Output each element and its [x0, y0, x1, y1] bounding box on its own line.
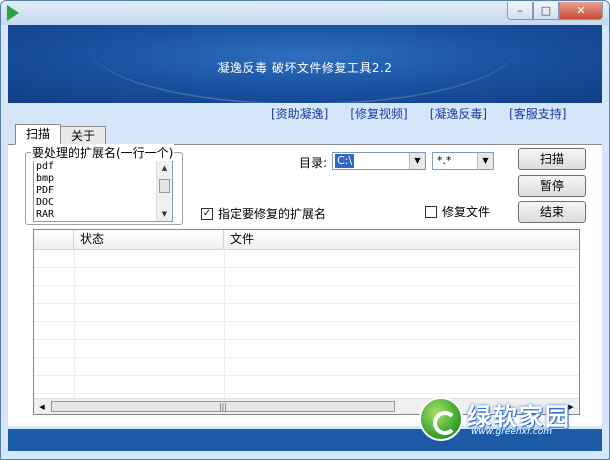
extension-list-scrollbar[interactable]: ▲ ▼: [156, 161, 172, 221]
directory-combo[interactable]: C:\ ▼: [332, 152, 426, 170]
link-support[interactable]: [客服支持]: [509, 105, 566, 122]
greenxf-logo-icon: [419, 397, 463, 441]
repair-file-label: 修复文件: [442, 205, 491, 219]
checkbox-unchecked-icon[interactable]: [425, 205, 437, 218]
scroll-thumb[interactable]: |||: [51, 401, 395, 412]
grid-line: [74, 250, 75, 398]
extension-item[interactable]: pdf: [34, 161, 172, 173]
column-header-index[interactable]: [34, 230, 74, 250]
scan-button[interactable]: 扫描: [518, 148, 586, 170]
table-header: 状态 文件: [34, 230, 579, 250]
app-arrow-icon: [7, 5, 19, 21]
watermark: 绿软家园 www.greenxf.com: [419, 393, 599, 445]
app-window: – □ ✕ 凝逸反毒 破坏文件修复工具2.2 [资助凝逸] [修复视频] [凝逸…: [0, 0, 610, 460]
scroll-up-icon[interactable]: ▲: [157, 161, 172, 175]
link-bar: [资助凝逸] [修复视频] [凝逸反毒] [客服支持]: [271, 105, 567, 122]
chevron-down-icon[interactable]: ▼: [409, 153, 425, 169]
scroll-down-icon[interactable]: ▼: [157, 207, 172, 221]
link-sponsor[interactable]: [资助凝逸]: [271, 105, 328, 122]
scroll-left-icon[interactable]: ◀: [34, 399, 50, 414]
specify-ext-label: 指定要修复的扩展名: [218, 207, 327, 221]
column-header-file[interactable]: 文件: [224, 230, 579, 250]
pause-button[interactable]: 暂停: [518, 175, 586, 197]
tab-strip: 扫描 关于: [15, 124, 107, 145]
minimize-button[interactable]: –: [507, 2, 533, 20]
scroll-thumb[interactable]: [159, 179, 170, 193]
extension-group-label: 要处理的扩展名(一行一个): [31, 144, 175, 161]
repair-file-checkbox[interactable]: 修复文件: [425, 203, 490, 220]
result-table[interactable]: 状态 文件 ◀ ||| ▶: [33, 229, 580, 415]
extension-item[interactable]: DOC: [34, 197, 172, 209]
watermark-url: www.greenxf.com: [471, 427, 552, 437]
directory-value: C:\: [335, 154, 355, 168]
chevron-down-icon[interactable]: ▼: [477, 153, 493, 169]
filter-combo[interactable]: *.* ▼: [432, 152, 494, 170]
link-repair-video[interactable]: [修复视频]: [350, 105, 407, 122]
filter-value: *.*: [437, 154, 452, 167]
close-button[interactable]: ✕: [559, 2, 603, 20]
end-button[interactable]: 结束: [518, 201, 586, 223]
maximize-button[interactable]: □: [533, 2, 559, 20]
banner-arc-decoration: [88, 1, 518, 105]
banner: 凝逸反毒 破坏文件修复工具2.2: [8, 25, 602, 105]
table-grid: [34, 250, 579, 398]
banner-title: 凝逸反毒 破坏文件修复工具2.2: [217, 61, 393, 75]
extension-item[interactable]: PDF: [34, 185, 172, 197]
tab-about[interactable]: 关于: [60, 126, 107, 145]
link-antivirus[interactable]: [凝逸反毒]: [430, 105, 487, 122]
specify-ext-checkbox[interactable]: ✓ 指定要修复的扩展名: [201, 205, 326, 222]
column-header-status[interactable]: 状态: [74, 230, 224, 250]
extension-list[interactable]: pdf bmp PDF DOC RAR ▲ ▼: [33, 160, 173, 222]
window-controls: – □ ✕: [507, 2, 603, 20]
checkbox-checked-icon[interactable]: ✓: [201, 207, 213, 220]
directory-label: 目录:: [299, 156, 328, 170]
tab-scan[interactable]: 扫描: [15, 124, 62, 145]
extension-item[interactable]: RAR: [34, 209, 172, 221]
extension-item[interactable]: bmp: [34, 173, 172, 185]
grid-line: [224, 250, 225, 398]
